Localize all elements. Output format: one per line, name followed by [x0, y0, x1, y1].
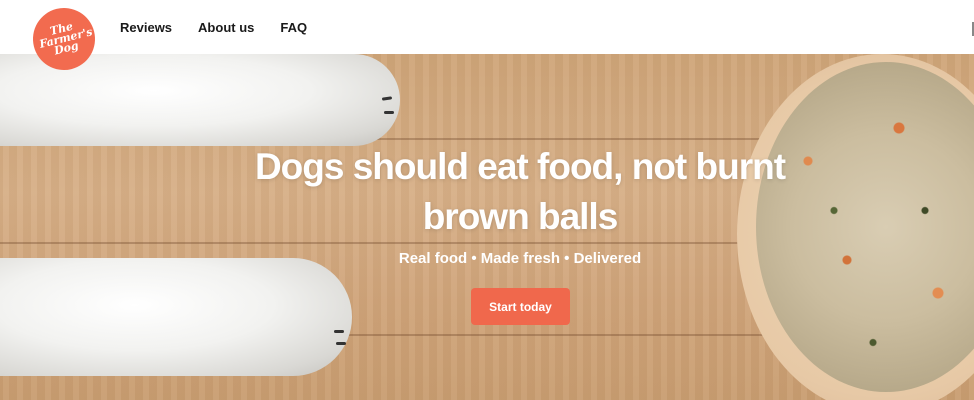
main-nav: Reviews About us FAQ	[120, 0, 307, 54]
hero-headline: Dogs should eat food, not burnt brown ba…	[254, 146, 786, 237]
site-header: The Farmer's Dog Reviews About us FAQ	[0, 0, 974, 77]
hero-content: Dogs should eat food, not burnt brown ba…	[0, 54, 974, 400]
start-today-button[interactable]: Start today	[471, 288, 570, 325]
logo-text: The Farmer's Dog	[38, 19, 94, 58]
nav-link-about-us[interactable]: About us	[198, 20, 254, 35]
nav-link-reviews[interactable]: Reviews	[120, 20, 172, 35]
hero-subhead: Real food • Made fresh • Delivered	[398, 250, 642, 267]
hero-section: Dogs should eat food, not burnt brown ba…	[0, 54, 974, 400]
nav-link-faq[interactable]: FAQ	[280, 20, 307, 35]
